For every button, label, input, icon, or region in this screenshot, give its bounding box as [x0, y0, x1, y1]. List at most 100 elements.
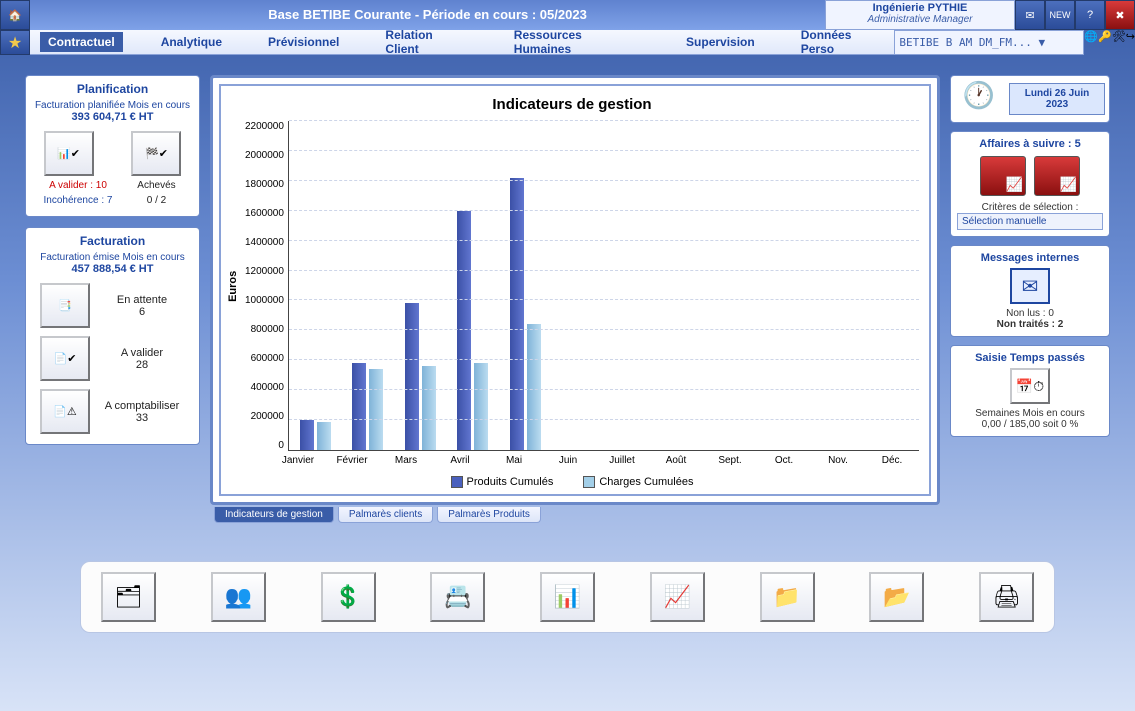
chart-legend: Produits Cumulés Charges Cumulées	[225, 476, 919, 488]
fact-icon-1[interactable]: 📄✔	[40, 336, 90, 381]
bar-group-sept.	[709, 121, 762, 450]
calendar-clock-icon[interactable]: 📅⏱	[1010, 368, 1050, 404]
mail-icon[interactable]: ✉	[1015, 0, 1045, 30]
acheves-label: Achevés	[131, 180, 181, 191]
chart-ylabel: Euros	[225, 121, 241, 451]
key-icon[interactable]: 🔑	[1098, 30, 1112, 55]
bar-group-mars	[394, 121, 447, 450]
planification-amount: 393 604,71 € HT	[34, 111, 191, 123]
dock-module-2-icon[interactable]: 👥	[211, 572, 266, 622]
planification-sub: Facturation planifiée Mois en cours	[34, 100, 191, 111]
tab-données-perso[interactable]: Données Perso	[793, 25, 895, 59]
bar	[352, 363, 366, 450]
tab-supervision[interactable]: Supervision	[678, 32, 763, 52]
chart-plot	[288, 121, 919, 451]
legend-item: Produits Cumulés	[451, 476, 554, 488]
dock-printer-icon[interactable]: 🖨	[979, 572, 1034, 622]
dock-module-3-icon[interactable]: 💲	[321, 572, 376, 622]
dock-module-1-icon[interactable]: 🗂	[101, 572, 156, 622]
new-icon[interactable]: NEW	[1045, 0, 1075, 30]
x-tick: Janvier	[271, 455, 325, 466]
bar	[527, 324, 541, 450]
non-traites: Non traités : 2	[957, 319, 1103, 330]
fact-icon-0[interactable]: 📑	[40, 283, 90, 328]
fact-label: A valider	[102, 347, 182, 359]
tab-analytique[interactable]: Analytique	[153, 32, 230, 52]
bar	[405, 303, 419, 450]
chart-tabs: Indicateurs de gestionPalmarès clientsPa…	[210, 507, 940, 523]
tab-relation-client[interactable]: Relation Client	[377, 25, 475, 59]
globe-icon[interactable]: 🌐	[1084, 30, 1098, 55]
x-tick: Juillet	[595, 455, 649, 466]
affaires-folder-2-icon[interactable]	[1034, 156, 1080, 196]
chart-tab-1[interactable]: Palmarès clients	[338, 507, 433, 523]
bar	[369, 369, 383, 450]
affaires-panel: Affaires à suivre : 5 Critères de sélect…	[950, 131, 1110, 237]
bar-group-déc.	[866, 121, 919, 450]
saisie-val: 0,00 / 185,00 soit 0 %	[957, 419, 1103, 430]
clock-icon: 🕐	[955, 80, 1003, 118]
saisie-title: Saisie Temps passés	[957, 352, 1103, 364]
x-tick: Oct.	[757, 455, 811, 466]
bar	[422, 366, 436, 450]
bar	[300, 420, 314, 450]
criteres-select[interactable]: Sélection manuelle	[957, 213, 1103, 230]
chart-tab-2[interactable]: Palmarès Produits	[437, 507, 541, 523]
dock-module-4-icon[interactable]: 📇	[430, 572, 485, 622]
tab-ressources-humaines[interactable]: Ressources Humaines	[506, 25, 648, 59]
affaires-title: Affaires à suivre : 5	[957, 138, 1103, 150]
planif-pending-icon[interactable]: 📊✔	[44, 131, 94, 176]
x-tick: Juin	[541, 455, 595, 466]
bar-group-janvier	[289, 121, 342, 450]
x-tick: Sept.	[703, 455, 757, 466]
non-lus: Non lus : 0	[957, 308, 1103, 319]
bar-group-juin	[551, 121, 604, 450]
dock-folder-2-icon[interactable]: 📂	[869, 572, 924, 622]
main-tabs: ContractuelAnalytiquePrévisionnelRelatio…	[30, 30, 894, 55]
date-panel: 🕐 Lundi 26 Juin 2023	[950, 75, 1110, 123]
x-tick: Avril	[433, 455, 487, 466]
fact-icon-2[interactable]: 📄⚠	[40, 389, 90, 434]
acheves-count: 0 / 2	[131, 195, 181, 206]
fact-count: 6	[102, 306, 182, 318]
tab-prévisionnel[interactable]: Prévisionnel	[260, 32, 347, 52]
mail-large-icon[interactable]: ✉	[1010, 268, 1050, 304]
fact-count: 28	[102, 359, 182, 371]
planif-done-icon[interactable]: 🏁✔	[131, 131, 181, 176]
tab-contractuel[interactable]: Contractuel	[40, 32, 123, 52]
x-tick: Août	[649, 455, 703, 466]
facturation-panel: Facturation Facturation émise Mois en co…	[25, 227, 200, 445]
legend-item: Charges Cumulées	[583, 476, 693, 488]
saisie-sub: Semaines Mois en cours	[957, 408, 1103, 419]
chart-yaxis: 2200000200000018000001600000140000012000…	[241, 121, 288, 451]
tools-icon[interactable]: 🛠	[1112, 30, 1126, 55]
x-tick: Déc.	[865, 455, 919, 466]
dock-module-6-icon[interactable]: 📈	[650, 572, 705, 622]
fact-row: 📄⚠A comptabiliser33	[34, 389, 191, 434]
fact-row: 📑En attente6	[34, 283, 191, 328]
messages-title: Messages internes	[957, 252, 1103, 264]
exit-icon[interactable]: ↪	[1126, 30, 1135, 55]
affaires-folder-1-icon[interactable]	[980, 156, 1026, 196]
bar-group-août	[656, 121, 709, 450]
help-icon[interactable]: ?	[1075, 0, 1105, 30]
user-selector[interactable]: BETIBE B AM DM_FM... ▼	[894, 30, 1084, 55]
bar-group-oct.	[761, 121, 814, 450]
bar	[317, 422, 331, 450]
bar-group-février	[341, 121, 394, 450]
facturation-title: Facturation	[34, 234, 191, 248]
dock-folder-1-icon[interactable]: 📁	[760, 572, 815, 622]
chart-tab-0[interactable]: Indicateurs de gestion	[214, 507, 334, 523]
facturation-amount: 457 888,54 € HT	[34, 263, 191, 275]
favorite-icon[interactable]: ★	[0, 30, 30, 55]
org-name: Ingénierie PYTHIE	[830, 2, 1010, 14]
bar-group-mai	[499, 121, 552, 450]
home-icon[interactable]: 🏠	[0, 0, 30, 30]
bar-group-nov.	[814, 121, 867, 450]
dock-module-5-icon[interactable]: 📊	[540, 572, 595, 622]
bar	[510, 178, 524, 450]
close-icon[interactable]: ✖	[1105, 0, 1135, 30]
x-tick: Mai	[487, 455, 541, 466]
x-tick: Mars	[379, 455, 433, 466]
planification-title: Planification	[34, 82, 191, 96]
